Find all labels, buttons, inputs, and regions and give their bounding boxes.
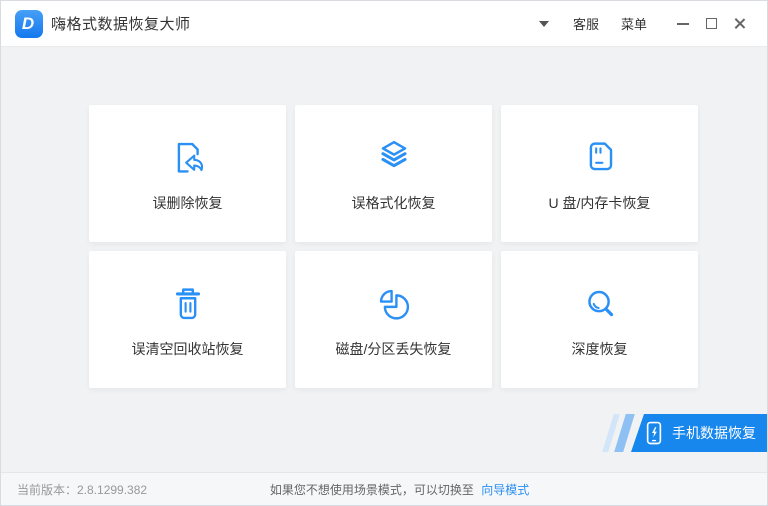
hint-text: 如果您不想使用场景模式，可以切换至 xyxy=(269,482,474,497)
version-text: 当前版本：2.8.1299.382 xyxy=(17,482,148,497)
card-label: 误删除恢复 xyxy=(152,194,223,211)
close-button[interactable] xyxy=(725,10,753,38)
customer-service-button[interactable]: 客服 xyxy=(573,14,599,33)
card-recycle-bin-recovery[interactable]: 误清空回收站恢复 xyxy=(89,251,286,388)
main-area: 误删除恢复 误格式化恢复 U 盘/内存卡恢复 误清空回收站恢复 磁盘/分区丢失恢… xyxy=(1,47,767,474)
card-deleted-file-recovery[interactable]: 误删除恢复 xyxy=(89,105,286,242)
card-deep-recovery[interactable]: 深度恢复 xyxy=(501,251,698,388)
maximize-icon xyxy=(705,18,717,29)
minimize-icon xyxy=(677,22,689,25)
minimize-button[interactable] xyxy=(669,10,697,38)
app-logo-icon: D xyxy=(15,9,43,38)
titlebar: D 嗨格式数据恢复大师 客服 菜单 xyxy=(1,1,767,47)
logo-letter: D xyxy=(21,13,35,33)
card-format-recovery[interactable]: 误格式化恢复 xyxy=(295,105,492,242)
card-partition-loss-recovery[interactable]: 磁盘/分区丢失恢复 xyxy=(295,251,492,388)
app-window: D 嗨格式数据恢复大师 客服 菜单 误删除恢复 误格式化恢复 U 盘/内存卡恢复… xyxy=(0,0,768,506)
titlebar-right: 客服 菜单 xyxy=(538,10,767,38)
card-label: 深度恢复 xyxy=(571,340,628,357)
menu-button[interactable]: 菜单 xyxy=(621,14,647,33)
search-icon xyxy=(577,281,623,327)
pie-chart-icon xyxy=(371,281,417,327)
card-label: 误格式化恢复 xyxy=(351,194,436,211)
wizard-mode-link[interactable]: 向导模式 xyxy=(481,483,529,497)
phone-data-recovery-button[interactable]: 手机数据恢复 xyxy=(631,414,767,452)
app-title: 嗨格式数据恢复大师 xyxy=(51,16,191,33)
card-usb-memory-card-recovery[interactable]: U 盘/内存卡恢复 xyxy=(501,105,698,242)
phone-bolt-icon xyxy=(644,420,664,447)
close-icon xyxy=(733,17,746,30)
sd-card-icon xyxy=(577,135,623,181)
trash-icon xyxy=(165,281,211,327)
phone-button-label: 手机数据恢复 xyxy=(672,425,756,441)
undo-delete-icon xyxy=(165,135,211,181)
mode-hint: 如果您不想使用场景模式，可以切换至 向导模式 xyxy=(270,481,529,498)
layers-icon xyxy=(371,135,417,181)
caret-down-icon[interactable] xyxy=(538,20,549,27)
recovery-mode-grid: 误删除恢复 误格式化恢复 U 盘/内存卡恢复 误清空回收站恢复 磁盘/分区丢失恢… xyxy=(89,105,698,388)
card-label: U 盘/内存卡恢复 xyxy=(548,194,651,211)
card-label: 磁盘/分区丢失恢复 xyxy=(335,340,452,357)
card-label: 误清空回收站恢复 xyxy=(131,340,244,357)
maximize-button[interactable] xyxy=(697,10,725,38)
statusbar: 当前版本：2.8.1299.382 如果您不想使用场景模式，可以切换至 向导模式 xyxy=(1,472,767,505)
